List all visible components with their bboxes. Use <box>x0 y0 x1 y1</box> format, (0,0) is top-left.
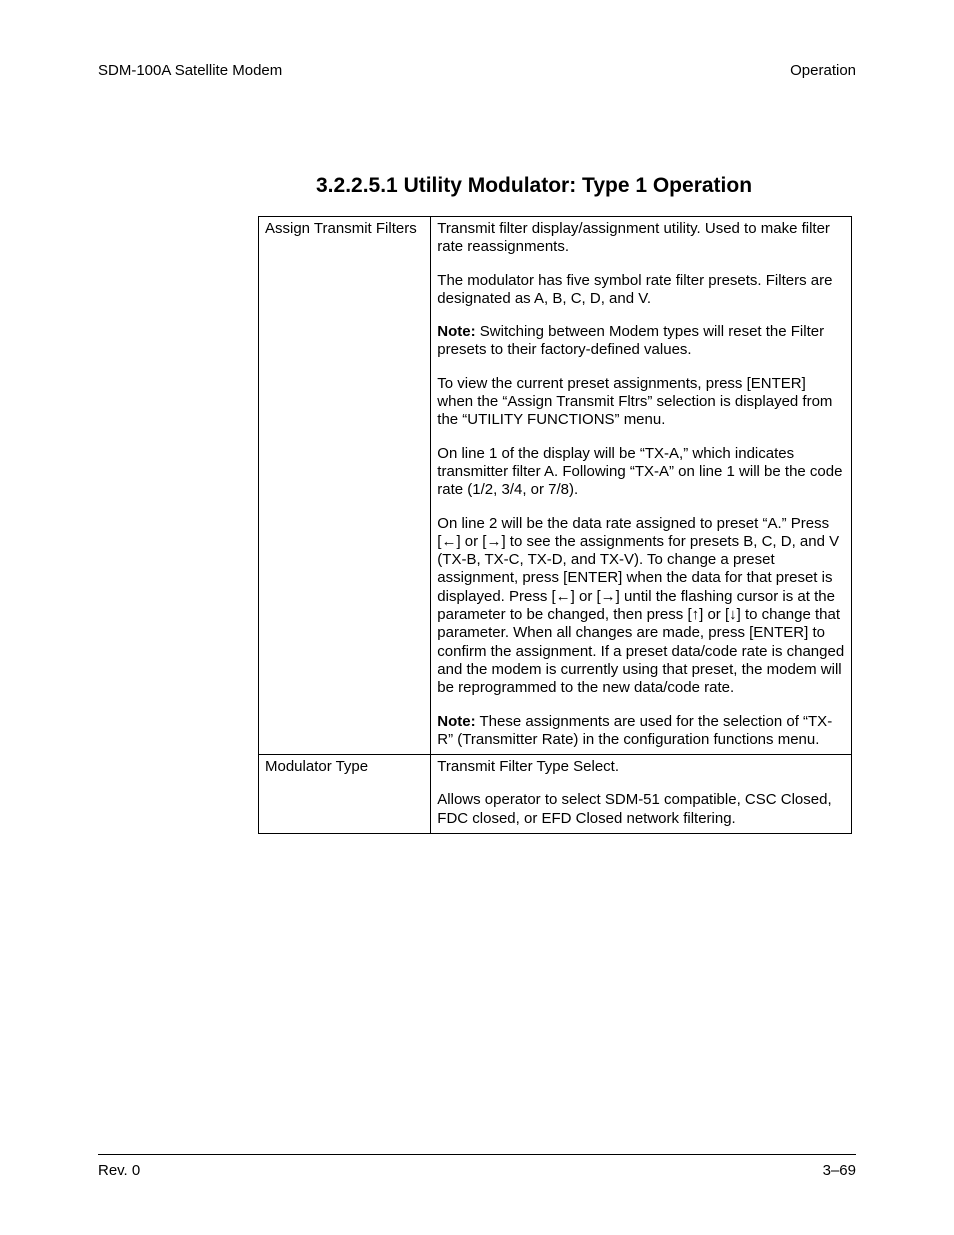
page: SDM-100A Satellite Modem Operation 3.2.2… <box>0 0 954 1235</box>
paragraph: Transmit filter display/assignment utili… <box>437 220 845 257</box>
row-label: Modulator Type <box>259 755 431 834</box>
paragraph-text: On line 1 of the display will be “TX-A,”… <box>437 445 842 499</box>
note-label: Note: <box>437 323 475 340</box>
paragraph-text: Transmit filter display/assignment utili… <box>437 220 830 255</box>
paragraph: Note: Switching between Modem types will… <box>437 323 845 360</box>
paragraph-text: To view the current preset assignments, … <box>437 375 832 429</box>
row-content: Transmit Filter Type Select. Allows opera… <box>431 755 852 834</box>
paragraph: Note: These assignments are used for the… <box>437 713 845 750</box>
paragraph-text: On line 2 will be the data rate assigned… <box>437 515 844 697</box>
paragraph-text: Allows operator to select SDM-51 compati… <box>437 791 831 826</box>
table-row: Assign Transmit FiltersTransmit filter d… <box>259 217 852 755</box>
footer-rule <box>98 1154 856 1155</box>
paragraph: On line 2 will be the data rate assigned… <box>437 515 845 698</box>
paragraph: Transmit Filter Type Select. <box>437 758 845 776</box>
footer-right: 3–69 <box>823 1162 856 1179</box>
page-header: SDM-100A Satellite Modem Operation <box>98 62 856 79</box>
paragraph: To view the current preset assignments, … <box>437 375 845 430</box>
table-row: Modulator TypeTransmit Filter Type Selec… <box>259 755 852 834</box>
row-label: Assign Transmit Filters <box>259 217 431 755</box>
paragraph: The modulator has five symbol rate filte… <box>437 272 845 309</box>
paragraph: Allows operator to select SDM-51 compati… <box>437 791 845 828</box>
header-right: Operation <box>790 62 856 79</box>
paragraph-text: Switching between Modem types will reset… <box>437 323 824 358</box>
paragraph-text: These assignments are used for the selec… <box>437 713 832 748</box>
paragraph-text: The modulator has five symbol rate filte… <box>437 272 832 307</box>
section-heading: 3.2.2.5.1 Utility Modulator: Type 1 Oper… <box>316 174 856 198</box>
note-label: Note: <box>437 713 475 730</box>
paragraph-text: Transmit Filter Type Select. <box>437 758 619 775</box>
footer-left: Rev. 0 <box>98 1162 140 1179</box>
content-table: Assign Transmit FiltersTransmit filter d… <box>258 216 852 834</box>
row-content: Transmit filter display/assignment utili… <box>431 217 852 755</box>
header-left: SDM-100A Satellite Modem <box>98 62 282 79</box>
page-footer: Rev. 0 3–69 <box>98 1154 856 1179</box>
paragraph: On line 1 of the display will be “TX-A,”… <box>437 445 845 500</box>
